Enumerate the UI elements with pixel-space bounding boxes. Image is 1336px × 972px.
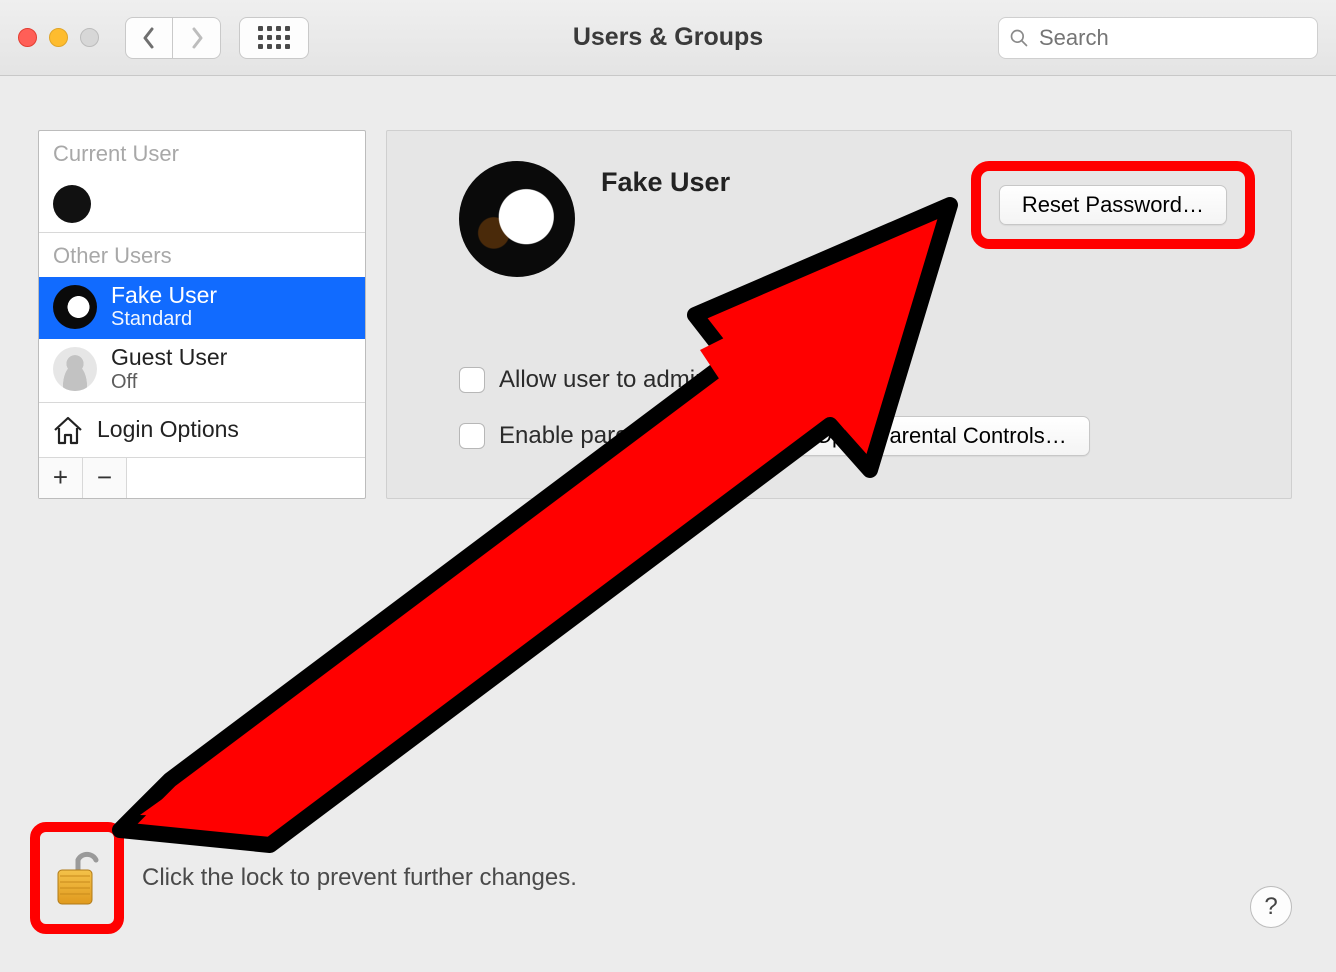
plus-icon: + [53, 462, 68, 493]
parental-controls-label: Enable parental controls [499, 422, 758, 450]
grid-icon [258, 26, 290, 49]
user-type-label: Standard [111, 308, 217, 331]
current-user-header: Current User [39, 131, 365, 175]
chevron-left-icon [141, 27, 157, 49]
user-avatar-icon [53, 285, 97, 329]
user-type-label: Off [111, 371, 227, 394]
annotation-reset-highlight: Reset Password… [971, 161, 1255, 249]
current-user-avatar [53, 185, 91, 223]
login-options-row[interactable]: Login Options [39, 402, 365, 457]
user-row-text: Fake User Standard [111, 283, 217, 331]
detail-user-name: Fake User [601, 167, 730, 198]
user-detail-panel: Fake User Reset Password… Allow user to … [386, 130, 1292, 499]
user-name-label: Fake User [111, 283, 217, 308]
minimize-window-button[interactable] [49, 28, 68, 47]
parental-controls-checkbox[interactable] [459, 423, 485, 449]
annotation-lock-highlight [30, 822, 124, 934]
minus-icon: − [97, 462, 112, 493]
lock-hint-text: Click the lock to prevent further change… [142, 864, 577, 892]
chevron-right-icon [189, 27, 205, 49]
search-field-wrap[interactable] [998, 17, 1318, 59]
detail-user-avatar[interactable] [459, 161, 575, 277]
user-row-fake-user[interactable]: Fake User Standard [39, 277, 365, 339]
user-options: Allow user to administer this computer E… [459, 366, 1235, 462]
question-mark-icon: ? [1264, 893, 1277, 921]
allow-admin-row: Allow user to administer this computer [459, 366, 1235, 394]
remove-user-button[interactable]: − [83, 458, 127, 498]
search-input[interactable] [1037, 24, 1329, 52]
user-name-label: Guest User [111, 345, 227, 370]
nav-back-forward [125, 17, 221, 59]
maximize-window-button[interactable] [80, 28, 99, 47]
users-sidebar: Current User Other Users Fake User Stand… [38, 130, 366, 499]
user-row-text: Guest User Off [111, 345, 227, 393]
add-remove-bar: + − [39, 457, 365, 498]
search-icon [1009, 28, 1029, 48]
content-area: Current User Other Users Fake User Stand… [0, 76, 1336, 499]
show-all-prefs-button[interactable] [239, 17, 309, 59]
current-user-row[interactable] [39, 175, 365, 233]
titlebar: Users & Groups [0, 0, 1336, 76]
allow-admin-checkbox[interactable] [459, 367, 485, 393]
user-row-guest-user[interactable]: Guest User Off [39, 339, 365, 401]
add-user-button[interactable]: + [39, 458, 83, 498]
login-options-label: Login Options [97, 416, 239, 443]
open-parental-controls-button[interactable]: Open Parental Controls… [792, 416, 1090, 456]
user-avatar-icon [53, 347, 97, 391]
parental-controls-row: Enable parental controls Open Parental C… [459, 416, 1235, 456]
help-button[interactable]: ? [1250, 886, 1292, 928]
other-users-header: Other Users [39, 233, 365, 277]
back-button[interactable] [125, 17, 173, 59]
lock-footer: Click the lock to prevent further change… [0, 822, 1336, 934]
close-window-button[interactable] [18, 28, 37, 47]
unlocked-lock-icon[interactable] [52, 846, 102, 910]
home-icon [51, 413, 85, 447]
allow-admin-label: Allow user to administer this computer [499, 366, 905, 394]
reset-password-button[interactable]: Reset Password… [999, 185, 1227, 225]
forward-button[interactable] [173, 17, 221, 59]
window-controls [18, 28, 99, 47]
